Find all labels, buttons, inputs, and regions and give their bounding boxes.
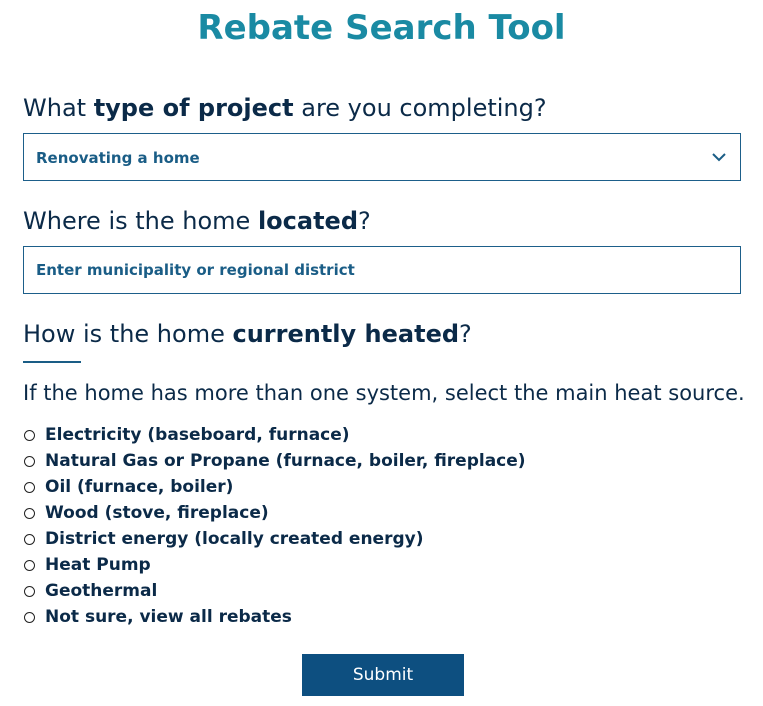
question-text: How is the home [23,320,233,348]
project-type-select[interactable]: Renovating a home [23,133,741,181]
question-text: Where is the home [23,207,258,235]
project-type-selected-value: Renovating a home [36,149,200,167]
question-text: are you completing? [293,94,547,122]
radio-button[interactable] [24,507,35,519]
page-title: Rebate Search Tool [197,8,566,48]
project-type-question: What type of project are you completing? [23,94,547,122]
section-divider [23,361,81,363]
radio-option-wood[interactable]: Wood (stove, fireplace) [24,500,526,526]
radio-label: Not sure, view all rebates [45,607,292,627]
chevron-down-icon [712,153,726,162]
radio-button[interactable] [24,559,35,571]
radio-label: Electricity (baseboard, furnace) [45,425,350,445]
radio-label: District energy (locally created energy) [45,529,424,549]
location-field[interactable] [23,246,741,294]
submit-button[interactable]: Submit [302,654,464,696]
location-question: Where is the home located? [23,207,371,235]
radio-option-not-sure[interactable]: Not sure, view all rebates [24,604,526,630]
radio-option-oil[interactable]: Oil (furnace, boiler) [24,474,526,500]
radio-button[interactable] [24,611,35,623]
question-text: ? [459,320,472,348]
radio-option-natural-gas[interactable]: Natural Gas or Propane (furnace, boiler,… [24,448,526,474]
radio-button[interactable] [24,481,35,493]
radio-label: Heat Pump [45,555,151,575]
heating-options: Electricity (baseboard, furnace) Natural… [24,422,526,630]
radio-label: Wood (stove, fireplace) [45,503,269,523]
question-emphasis: type of project [93,94,294,122]
heating-helper-text: If the home has more than one system, se… [23,381,745,405]
radio-label: Geothermal [45,581,158,601]
radio-option-heat-pump[interactable]: Heat Pump [24,552,526,578]
radio-button[interactable] [24,533,35,545]
radio-label: Oil (furnace, boiler) [45,477,234,497]
radio-button[interactable] [24,585,35,597]
question-text: ? [358,207,371,235]
question-text: What [23,94,94,122]
question-emphasis: located [257,207,359,235]
heating-question: How is the home currently heated? [23,320,472,348]
radio-option-geothermal[interactable]: Geothermal [24,578,526,604]
radio-option-district-energy[interactable]: District energy (locally created energy) [24,526,526,552]
radio-label: Natural Gas or Propane (furnace, boiler,… [45,451,526,471]
radio-option-electricity[interactable]: Electricity (baseboard, furnace) [24,422,526,448]
location-input[interactable] [24,247,740,293]
radio-button[interactable] [24,429,35,441]
question-emphasis: currently heated [232,320,460,348]
radio-button[interactable] [24,455,35,467]
